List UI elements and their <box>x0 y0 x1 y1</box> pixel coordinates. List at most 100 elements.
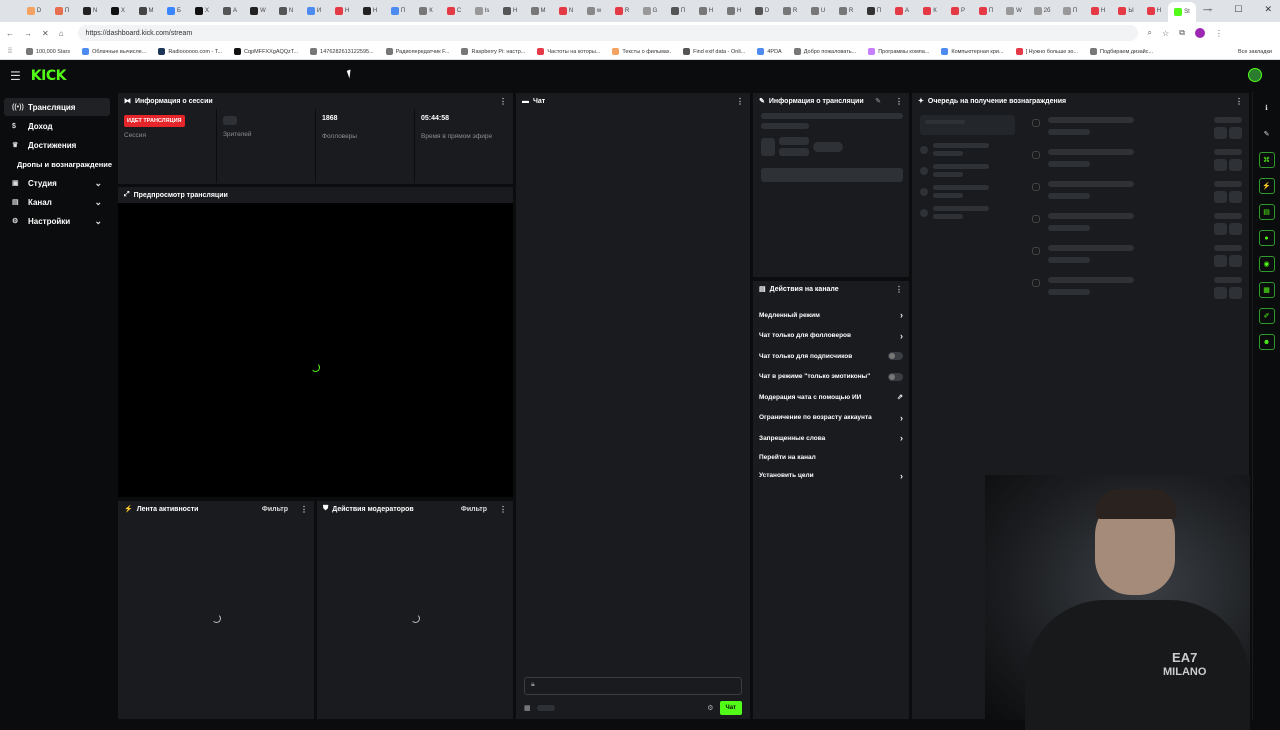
channel-action-item[interactable]: Медленный режим › <box>753 305 909 326</box>
browser-tab[interactable]: D <box>20 3 48 19</box>
video-preview[interactable] <box>118 203 513 497</box>
bookmark-item[interactable]: 1476282613122595... <box>306 48 378 55</box>
browser-tab[interactable]: Н <box>720 3 748 19</box>
browser-tab[interactable]: Is <box>468 3 496 19</box>
browser-tab[interactable]: П <box>860 3 888 19</box>
profile-icon[interactable] <box>1194 28 1205 38</box>
pencil-icon[interactable]: ✎ <box>1259 126 1275 142</box>
more-options-icon[interactable]: ⋮ <box>1235 97 1243 106</box>
filter-button[interactable]: Фильтр <box>461 506 487 513</box>
channel-action-item[interactable]: Модерация чата с помощью ИИ ⇗ <box>753 387 909 408</box>
bookmark-item[interactable]: Компьютерная кри... <box>937 48 1007 55</box>
chat-message-input[interactable]: 🔒︎ <box>524 677 742 695</box>
sidebar-item-studio[interactable]: ▣ Студия ⌄ <box>4 174 110 192</box>
browser-tab[interactable]: С <box>440 3 468 19</box>
browser-tab[interactable]: Р <box>944 3 972 19</box>
bookmark-item[interactable]: Облачные вычисле... <box>78 48 150 55</box>
hamburger-menu-icon[interactable]: ☰ <box>10 69 21 83</box>
browser-tab[interactable]: W <box>244 3 272 19</box>
more-options-icon[interactable]: ⋮ <box>499 505 507 514</box>
browser-tab[interactable]: П <box>972 3 1000 19</box>
browser-tab[interactable]: Н <box>692 3 720 19</box>
bookmark-item[interactable]: Подбираем дизайс... <box>1086 48 1157 55</box>
browser-tab[interactable]: M <box>524 3 552 19</box>
minimize-icon[interactable]: — <box>1203 4 1212 15</box>
toggle-switch[interactable] <box>888 372 903 381</box>
sidebar-item-drops[interactable]: Дропы и вознаграждение <box>0 155 114 173</box>
channel-action-item[interactable]: Перейти на канал <box>753 449 909 466</box>
more-options-icon[interactable]: ⋮ <box>895 285 903 294</box>
settings-icon[interactable]: ⚙ <box>707 704 713 712</box>
browser-tab[interactable]: w <box>580 3 608 19</box>
browser-tab[interactable]: Б <box>160 3 188 19</box>
bookmark-item[interactable]: Частоты на которы... <box>533 48 604 55</box>
channel-action-item[interactable]: Чат в режиме "только эмотиконы" <box>753 367 909 388</box>
lightning-icon[interactable]: ⚡ <box>1258 178 1275 194</box>
reload-icon[interactable]: ✕ <box>42 29 49 38</box>
bookmark-item[interactable]: Raspberry Pi: настр... <box>457 48 529 55</box>
browser-tab[interactable]: П <box>664 3 692 19</box>
toggle-switch[interactable] <box>888 352 903 361</box>
more-options-icon[interactable]: ⋮ <box>736 97 744 106</box>
bookmark-item[interactable]: Radioooooo.com - T... <box>154 48 226 55</box>
browser-tab[interactable]: M <box>132 3 160 19</box>
send-chat-button[interactable]: Чат <box>719 701 742 715</box>
bookmark-item[interactable]: Find exif data - Onli... <box>679 48 749 55</box>
browser-tab[interactable]: П <box>384 3 412 19</box>
browser-tab[interactable]: W <box>1000 3 1028 19</box>
browser-tab[interactable]: D <box>748 3 776 19</box>
close-window-icon[interactable]: ✕ <box>1264 4 1272 15</box>
bookmark-item[interactable]: CqpMFFXXgAQQzT... <box>230 48 302 55</box>
browser-tab[interactable]: X <box>188 3 216 19</box>
browser-tab[interactable]: St <box>1168 2 1196 22</box>
store-icon[interactable]: ▦ <box>1258 282 1275 298</box>
browser-tab[interactable]: N <box>552 3 580 19</box>
browser-tab[interactable]: N <box>76 3 104 19</box>
browser-tab[interactable]: X <box>104 3 132 19</box>
sidebar-item-settings[interactable]: ⚙ Настройки ⌄ <box>4 212 110 230</box>
bookmark-star-icon[interactable]: ☆ <box>1162 29 1169 38</box>
user-avatar[interactable] <box>1248 68 1262 82</box>
channel-action-item[interactable]: Установить цели › <box>753 466 909 487</box>
more-options-icon[interactable]: ⋮ <box>895 97 903 106</box>
browser-tab[interactable]: N <box>272 3 300 19</box>
sidebar-item-achievements[interactable]: ♛ Достижения <box>4 136 110 154</box>
store-icon[interactable]: ▦ <box>524 704 531 712</box>
extensions-icon[interactable]: ⧉ <box>1179 28 1185 38</box>
info-icon[interactable]: ℹ <box>1259 100 1275 116</box>
browser-tab[interactable]: Ы <box>1112 3 1140 19</box>
bookmark-item[interactable]: 4PDA <box>753 48 785 55</box>
browser-tab[interactable]: И <box>300 3 328 19</box>
browser-tab[interactable]: R <box>608 3 636 19</box>
edit-icon[interactable]: ✎ <box>875 97 881 105</box>
channel-action-item[interactable]: Чат только для фолловеров › <box>753 326 909 347</box>
gamepad-icon[interactable]: ⌘ <box>1258 152 1275 168</box>
all-bookmarks-button[interactable]: Все закладки <box>1234 49 1280 55</box>
channel-action-item[interactable]: Ограничение по возрасту аккаунта › <box>753 408 909 429</box>
bookmark-item[interactable]: Радиопередатчик F... <box>382 48 454 55</box>
browser-tab[interactable]: A <box>216 3 244 19</box>
bookmark-item[interactable]: Программы компа... <box>864 48 933 55</box>
apps-icon[interactable]: ⁞⁞ <box>8 48 12 55</box>
user-add-icon[interactable]: ☻ <box>1258 334 1275 350</box>
browser-tab[interactable]: A <box>888 3 916 19</box>
browser-tab[interactable]: П <box>1056 3 1084 19</box>
forward-icon[interactable]: → <box>24 29 32 38</box>
back-icon[interactable]: ← <box>6 29 14 38</box>
browser-tab[interactable]: П <box>48 3 76 19</box>
browser-tab[interactable]: Н <box>356 3 384 19</box>
bookmark-item[interactable]: 100,000 Stars <box>22 48 74 55</box>
kick-logo[interactable]: KICK <box>31 68 67 84</box>
filter-button[interactable]: Фильтр <box>262 506 288 513</box>
wrench-icon[interactable]: ✐ <box>1258 308 1275 324</box>
maximize-icon[interactable]: ☐ <box>1234 4 1242 15</box>
menu-icon[interactable]: ⋮ <box>1215 29 1223 38</box>
browser-tab[interactable]: Н <box>328 3 356 19</box>
browser-tab[interactable]: К <box>916 3 944 19</box>
browser-tab[interactable]: R <box>832 3 860 19</box>
browser-tab[interactable]: Н <box>496 3 524 19</box>
bookmark-item[interactable]: Добро пожаловать... <box>790 48 860 55</box>
more-options-icon[interactable]: ⋮ <box>300 505 308 514</box>
bookmark-item[interactable]: [ Нужно больше зо... <box>1012 48 1082 55</box>
browser-tab[interactable]: Н <box>1084 3 1112 19</box>
